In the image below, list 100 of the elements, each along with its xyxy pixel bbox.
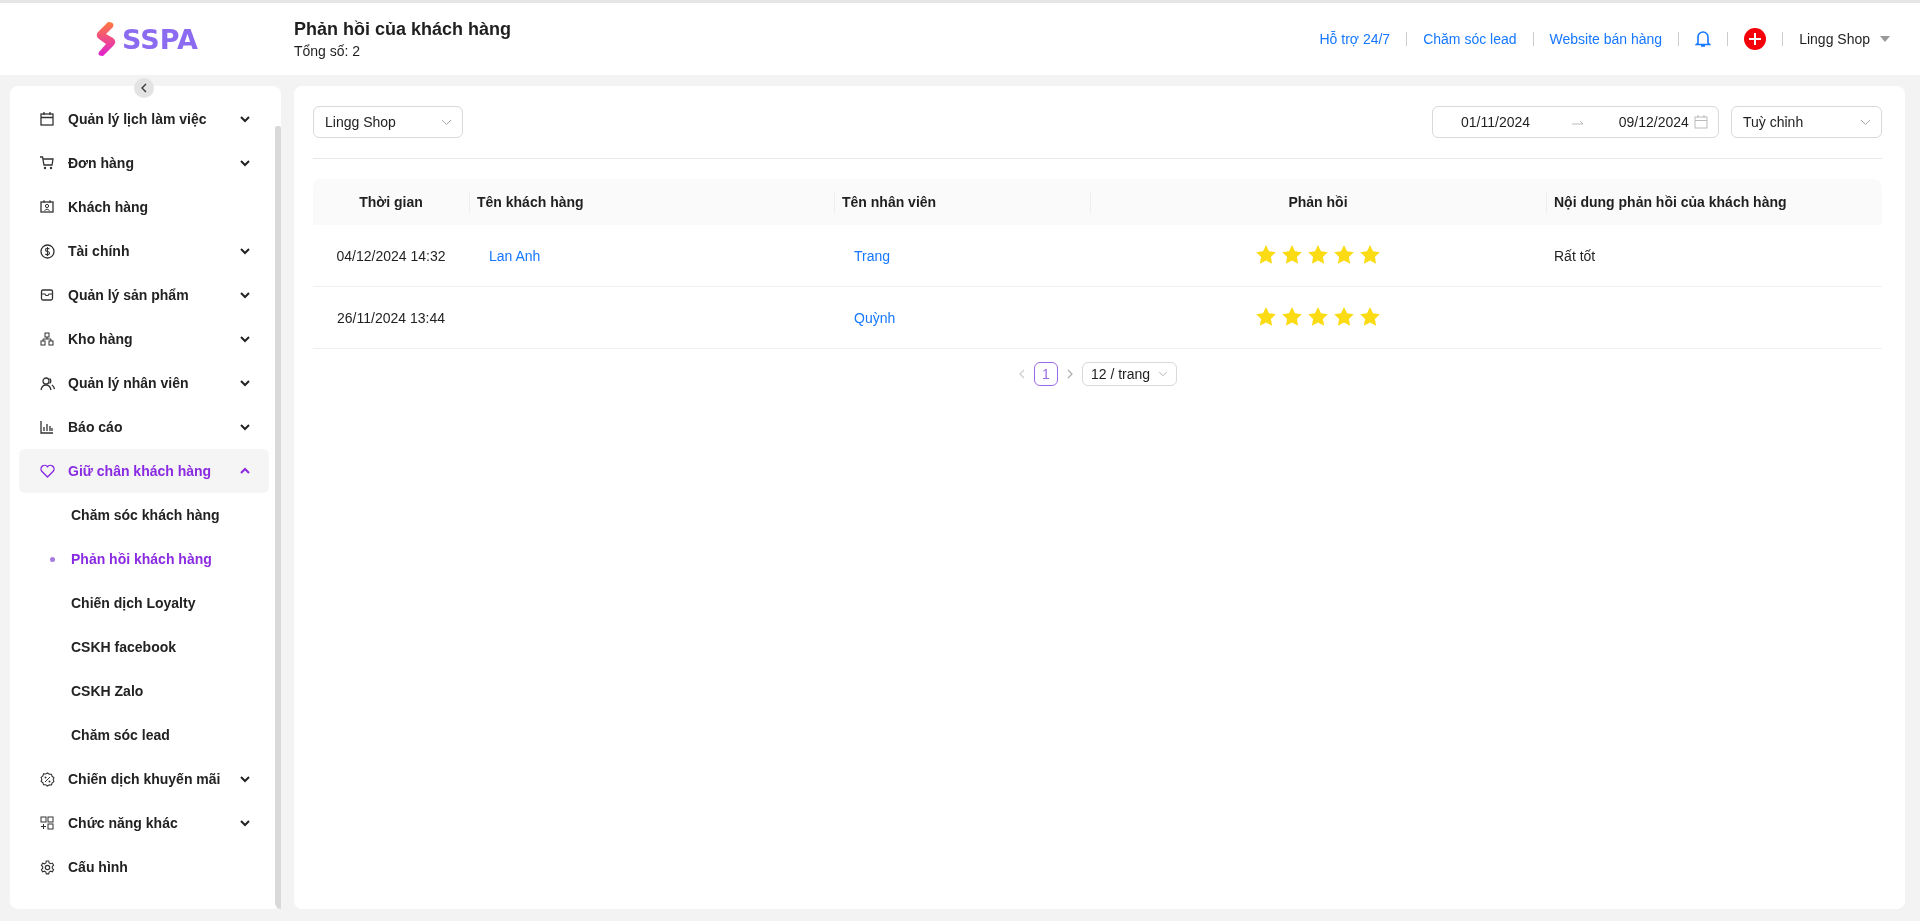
chevron-left-icon (140, 83, 148, 93)
sidebar-item-label: Chiến dịch khuyến mãi (68, 771, 222, 787)
time-cell: 04/12/2024 14:32 (313, 225, 469, 287)
staff-link[interactable]: Trang (854, 247, 891, 264)
star-icon (1282, 306, 1302, 326)
collapse-button[interactable] (134, 78, 154, 98)
chevron-right-icon[interactable] (1065, 369, 1074, 379)
star-icon (1308, 244, 1328, 264)
sidebar-item-label: Chức năng khác (68, 815, 179, 831)
chevron-down-icon (1158, 371, 1169, 377)
chevron-down-icon (239, 773, 251, 785)
logo-icon (96, 22, 117, 56)
inbox-icon (40, 288, 54, 302)
sidebar-item[interactable]: Quản lý lịch làm việc (19, 97, 269, 141)
date-range-field[interactable]: 01/11/2024 09/12/2024 (1432, 106, 1719, 138)
star-icon (1256, 244, 1276, 264)
calendar-icon (40, 112, 54, 126)
chevron-down-icon (1860, 118, 1871, 126)
bell-icon[interactable] (1695, 30, 1712, 48)
star-icon (1334, 244, 1354, 264)
dollar-icon (39, 243, 55, 259)
star-icon (1360, 306, 1380, 326)
chevron-down-icon (239, 421, 251, 433)
chevron-down-icon (239, 245, 251, 257)
star-icon (1308, 306, 1328, 326)
sidebar-item[interactable]: Báo cáo (19, 405, 269, 449)
sidebar-subitem[interactable]: Phản hồi khách hàng (19, 537, 269, 581)
sidebar-subitem-label: Chăm sóc lead (71, 727, 170, 743)
add-icon[interactable] (1744, 28, 1767, 50)
column-header: Thời gian (313, 179, 469, 225)
period-select[interactable]: Tuỳ chỉnh (1731, 106, 1882, 138)
heart-icon (39, 464, 55, 478)
chevron-left-icon[interactable] (1017, 369, 1026, 379)
calendar-icon (1694, 115, 1708, 129)
page-title: Phản hồi của khách hàng (294, 19, 513, 40)
scrollbar[interactable] (275, 126, 281, 909)
sidebar-item[interactable]: Quản lý nhân viên (19, 361, 269, 405)
comment-text: Rất tốt (1554, 247, 1596, 264)
sidebar-item[interactable]: Đơn hàng (19, 141, 269, 185)
sidebar-item[interactable]: Khách hàng (19, 185, 269, 229)
select-value: Lingg Shop (325, 114, 396, 130)
staff-link[interactable]: Quỳnh (854, 309, 896, 326)
chevron-down-icon (239, 289, 251, 301)
logo-text: SSPA (122, 23, 198, 55)
sidebar-item[interactable]: Giữ chân khách hàng (19, 449, 269, 493)
chevron-down-icon (239, 157, 251, 169)
customer-link[interactable]: Lan Anh (489, 247, 541, 264)
sidebar-item-label: Khách hàng (68, 199, 150, 215)
sidebar-subitem-label: Phản hồi khách hàng (71, 551, 212, 567)
header-link[interactable]: Chăm sóc lead (1423, 31, 1517, 47)
sidebar-subitem-label: Chăm sóc khách hàng (71, 507, 220, 523)
star-icon (1282, 244, 1302, 264)
sidebar-item-label: Báo cáo (68, 419, 124, 435)
hierarchy-icon (40, 332, 54, 346)
sidebar-item-label: Quản lý sản phẩm (68, 287, 190, 303)
sidebar-subitem[interactable]: CSKH facebook (19, 625, 269, 669)
sidebar-subitem-label: CSKH facebook (71, 639, 177, 655)
sidebar-item[interactable]: Tài chính (19, 229, 269, 273)
chevron-down-icon (239, 377, 251, 389)
grid-icon (40, 816, 54, 830)
sidebar-item-label: Đơn hàng (68, 155, 135, 171)
sidebar-item[interactable]: Cấu hình (19, 845, 269, 889)
shop-select[interactable]: Lingg Shop (313, 106, 463, 138)
header-link[interactable]: Hỗ trợ 24/7 (1319, 31, 1391, 47)
discount-icon (39, 771, 55, 787)
star-icon (1360, 244, 1380, 264)
time-cell: 26/11/2024 13:44 (313, 286, 469, 349)
sidebar-subitem[interactable]: CSKH Zalo (19, 669, 269, 713)
chevron-down-icon (239, 113, 251, 125)
sidebar-subitem[interactable]: Chiến dịch Loyalty (19, 581, 269, 625)
column-header: Nội dung phản hồi của khách hàng (1546, 179, 1882, 225)
chevron-down-icon (441, 118, 452, 126)
sidebar-subitem[interactable]: Chăm sóc lead (19, 713, 269, 757)
sidebar-subitem-label: CSKH Zalo (71, 683, 144, 699)
column-header: Tên nhân viên (834, 179, 1090, 225)
sidebar-item-label: Quản lý nhân viên (68, 375, 190, 391)
sidebar-item[interactable]: Chiến dịch khuyến mãi (19, 757, 269, 801)
settings-icon (39, 859, 55, 875)
sidebar-subitem[interactable]: Chăm sóc khách hàng (19, 493, 269, 537)
header-link[interactable]: Website bán hàng (1549, 31, 1663, 47)
sidebar-item-label: Cấu hình (68, 859, 129, 875)
caret-icon[interactable] (1880, 36, 1890, 42)
total-count: Tổng số: 2 (294, 43, 362, 59)
cart-icon (40, 156, 54, 170)
account-name[interactable]: Lingg Shop (1799, 31, 1870, 47)
sidebar-item-label: Tài chính (68, 243, 131, 259)
star-icon (1256, 306, 1276, 326)
page-size-select[interactable]: 12 / trang (1081, 362, 1178, 386)
column-header: Tên khách hàng (469, 179, 834, 225)
chevron-down-icon (239, 817, 251, 829)
page-button[interactable]: 1 (1033, 362, 1058, 386)
id-card-icon (40, 200, 54, 214)
sidebar-item[interactable]: Kho hàng (19, 317, 269, 361)
sidebar-item[interactable]: Chức năng khác (19, 801, 269, 845)
sidebar-item-label: Giữ chân khách hàng (68, 463, 213, 479)
active-dot (49, 556, 55, 562)
sidebar-item[interactable]: Quản lý sản phẩm (19, 273, 269, 317)
users-icon (39, 375, 55, 391)
bar-chart-icon (40, 420, 54, 434)
column-header: Phản hồi (1090, 179, 1546, 225)
